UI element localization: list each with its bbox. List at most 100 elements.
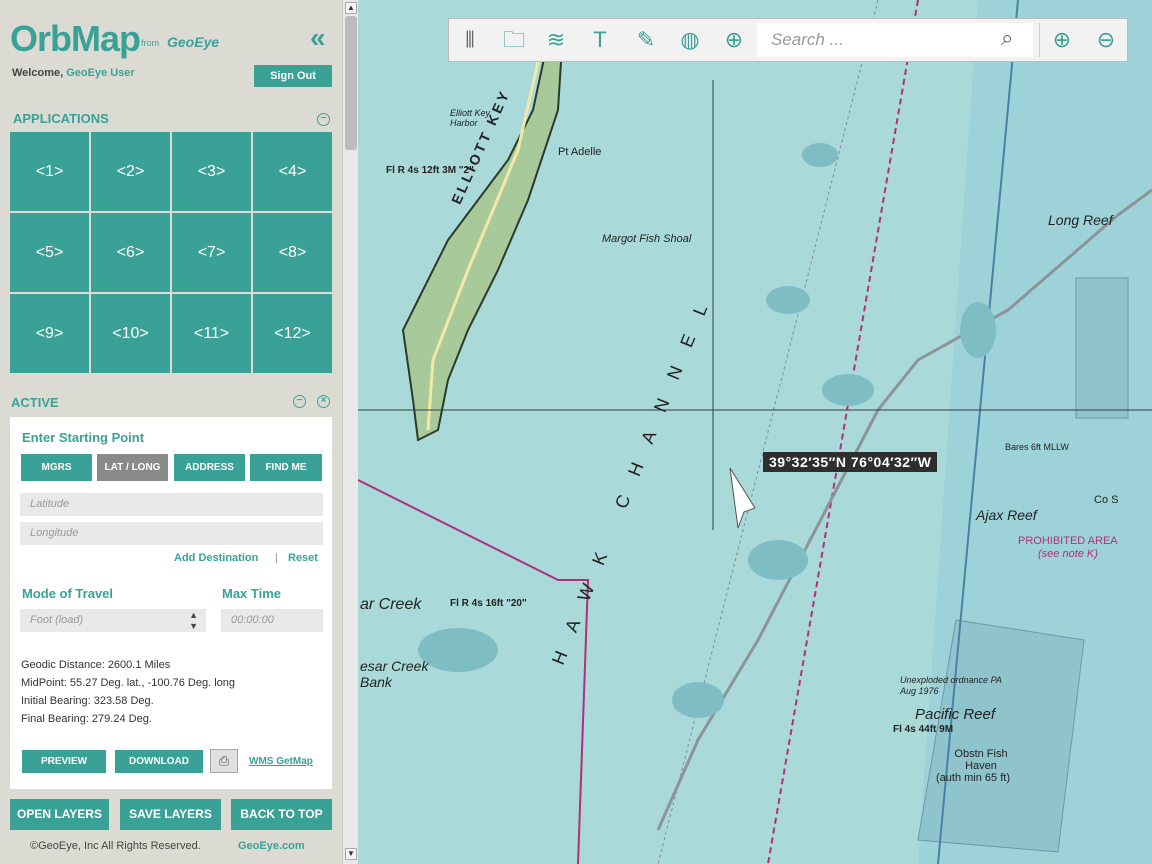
pencil-icon[interactable]: ✎ — [629, 23, 663, 57]
map-chart-graphics — [358, 0, 1152, 864]
map-label-obstn-haven-sub: (auth min 65 ft) — [936, 772, 1010, 784]
scroll-thumb[interactable] — [345, 16, 357, 150]
wms-getmap-link[interactable]: WMS GetMap — [249, 756, 313, 767]
app-tile-10[interactable]: <10> — [91, 294, 170, 373]
app-tile-11[interactable]: <11> — [172, 294, 251, 373]
app-tile-7[interactable]: <7> — [172, 213, 251, 292]
folder-icon[interactable]: 🗀 — [497, 23, 531, 57]
reset-link[interactable]: Reset — [288, 552, 318, 564]
shallow-patch — [822, 374, 874, 406]
app-logo: OrbMap — [10, 18, 141, 59]
open-layers-button[interactable]: OPEN LAYERS — [10, 799, 109, 830]
sign-out-button[interactable]: Sign Out — [254, 65, 332, 87]
back-to-top-button[interactable]: BACK TO TOP — [231, 799, 332, 830]
zoom-divider — [1039, 23, 1040, 57]
collapse-active-icon[interactable]: − — [293, 395, 306, 408]
app-tile-1[interactable]: <1> — [10, 132, 89, 211]
map-label-light-r20: Fl R 4s 16ft "20" — [450, 598, 527, 609]
map-label-ordnance-date: Aug 1976 — [900, 686, 939, 696]
text-icon[interactable]: T — [583, 23, 617, 57]
app-tile-6[interactable]: <6> — [91, 213, 170, 292]
fish-haven-box-1 — [1075, 277, 1129, 419]
map-label-pacific-light: Fl 4s 44ft 9M — [893, 724, 954, 735]
latitude-input[interactable]: Latitude — [20, 493, 323, 516]
shallow-patch — [672, 682, 724, 718]
geoeye-link[interactable]: GeoEye.com — [238, 840, 305, 852]
coordinate-readout: 39°32′35″N 76°04′32″W — [763, 452, 938, 472]
add-destination-link[interactable]: Add Destination — [174, 552, 258, 564]
map-label-bares: Bares 6ft MLLW — [1005, 442, 1069, 452]
map-label-long-reef: Long Reef — [1048, 212, 1113, 228]
search-icon[interactable]: ⌕ — [1001, 25, 1013, 51]
save-layers-button[interactable]: SAVE LAYERS — [120, 799, 221, 830]
shallow-patch — [802, 143, 838, 167]
welcome-prefix: Welcome, — [12, 67, 64, 79]
map-label-light-r2: Fl R 4s 12ft 3M "2" — [386, 165, 474, 176]
layers-icon[interactable]: ≋ — [539, 23, 573, 57]
final-bearing-text: Final Bearing: 279.24 Deg. — [21, 713, 152, 725]
download-button[interactable]: DOWNLOAD — [115, 750, 203, 773]
zoom-in-icon[interactable]: ⊕ — [1045, 23, 1079, 57]
app-tile-4[interactable]: <4> — [253, 132, 332, 211]
mode-of-travel-label: Mode of Travel — [22, 586, 114, 601]
map-toolbar: ⦀ 🗀 ≋ T ✎ ◍ ⊕ Search ... ⌕ ⊕ ⊖ — [448, 18, 1128, 62]
map-label-elliott-harbor: Elliott Key Harbor — [450, 108, 491, 128]
active-panel: Enter Starting Point MGRS LAT / LONG ADD… — [10, 417, 332, 789]
search-input[interactable]: Search ... — [757, 23, 1033, 57]
globe-icon[interactable]: ◍ — [673, 23, 707, 57]
app-tile-2[interactable]: <2> — [91, 132, 170, 211]
select-arrows-icon: ▲ ▼ — [189, 610, 198, 631]
lat-long-button[interactable]: LAT / LONG — [97, 454, 168, 481]
applications-title: APPLICATIONS — [13, 111, 109, 126]
sidebar-scrollbar[interactable]: ▲ ▼ — [342, 0, 358, 864]
scroll-down-icon[interactable]: ▼ — [345, 848, 357, 860]
app-tile-12[interactable]: <12> — [253, 294, 332, 373]
app-tile-3[interactable]: <3> — [172, 132, 251, 211]
print-icon[interactable]: ⎙ — [210, 749, 238, 773]
app-tile-9[interactable]: <9> — [10, 294, 89, 373]
find-me-button[interactable]: FIND ME — [250, 454, 322, 481]
mode-of-travel-value: Foot (load) — [30, 614, 84, 626]
scroll-up-icon[interactable]: ▲ — [345, 2, 357, 14]
mgrs-button[interactable]: MGRS — [21, 454, 92, 481]
shallow-patch — [960, 302, 996, 358]
map-label-cos: Co S — [1094, 494, 1119, 506]
map-label-caesar-creek: ar Creek — [360, 596, 422, 613]
enter-starting-point-label: Enter Starting Point — [22, 430, 145, 445]
initial-bearing-text: Initial Bearing: 323.58 Deg. — [21, 695, 154, 707]
grip-icon[interactable]: ⦀ — [453, 23, 487, 57]
midpoint-text: MidPoint: 55.27 Deg. lat., -100.76 Deg. … — [21, 677, 236, 689]
max-time-label: Max Time — [222, 586, 282, 601]
copyright-text: ©GeoEye, Inc All Rights Reserved. — [30, 840, 201, 852]
brand-logo: GeoEye — [167, 34, 220, 50]
applications-grid: <1> <2> <3> <4> <5> <6> <7> <8> <9> <10>… — [10, 132, 332, 373]
map-label-prohibited-note: (see note K) — [1038, 548, 1098, 560]
app-tile-8[interactable]: <8> — [253, 213, 332, 292]
active-title: ACTIVE — [11, 395, 59, 410]
nautical-map[interactable]: ELLIOTT KEY Elliott Key Harbor Pt Adelle… — [358, 0, 1152, 864]
logo-from-text: from — [141, 38, 159, 48]
collapse-sidebar-icon[interactable]: « — [310, 22, 326, 54]
mode-of-travel-select[interactable]: Foot (load) ▲ ▼ — [20, 609, 206, 632]
depth-contour-dashed — [657, 0, 879, 864]
zoom-out-icon[interactable]: ⊖ — [1089, 23, 1123, 57]
user-name[interactable]: GeoEye User — [66, 67, 134, 79]
collapse-applications-icon[interactable]: − — [317, 113, 330, 126]
address-button[interactable]: ADDRESS — [174, 454, 245, 481]
map-cursor-icon — [729, 467, 756, 529]
shallow-patch — [748, 540, 808, 580]
shallow-patch — [766, 286, 810, 314]
add-pin-icon[interactable]: ⊕ — [717, 23, 751, 57]
map-label-caesar-bank: esar Creek Bank — [360, 658, 429, 690]
max-time-input[interactable]: 00:00:00 — [221, 609, 323, 632]
preview-button[interactable]: PREVIEW — [22, 750, 106, 773]
close-active-icon[interactable]: × — [317, 395, 330, 408]
map-label-obstn-haven: Obstn Fish Haven — [954, 748, 1008, 772]
app-tile-5[interactable]: <5> — [10, 213, 89, 292]
sidebar: OrbMap from GeoEye « Welcome, GeoEye Use… — [0, 0, 342, 864]
geodesic-distance-text: Geodic Distance: 2600.1 Miles — [21, 659, 171, 671]
map-label-margot-shoal: Margot Fish Shoal — [602, 233, 692, 245]
map-label-ajax-reef: Ajax Reef — [976, 507, 1037, 523]
link-separator: | — [275, 552, 278, 564]
longitude-input[interactable]: Longitude — [20, 522, 323, 545]
